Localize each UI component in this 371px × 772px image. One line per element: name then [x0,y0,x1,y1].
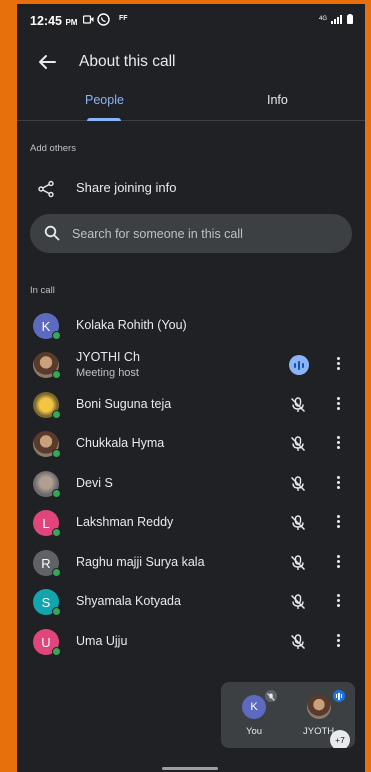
search-input[interactable] [72,214,332,253]
tab-people[interactable]: People [85,93,124,107]
call-info-screen: 12:45 PM FF 4G About this call People In… [17,4,365,772]
add-others-heading: Add others [30,143,76,154]
avatar: L [33,510,61,537]
participant-name: Lakshman Reddy [76,515,174,529]
pip-speaking-icon [333,690,345,702]
participant-row[interactable]: S Shyamala Kotyada [17,583,365,621]
picture-in-picture-tile[interactable]: K You JYOTH +7 [221,682,355,748]
more-options-icon[interactable] [331,515,345,531]
avatar: U [33,629,61,656]
more-options-icon[interactable] [331,357,345,373]
online-indicator [52,489,61,498]
page-title: About this call [79,53,176,70]
participant-name: Chukkala Hyma [76,436,165,450]
participant-row[interactable]: K Kolaka Rohith (You) [17,307,365,345]
mic-off-icon [290,436,306,452]
participant-row[interactable]: Devi S [17,465,365,503]
in-call-heading: In call [30,285,55,296]
more-options-icon[interactable] [331,476,345,492]
avatar: S [33,589,61,616]
participant-name: Kolaka Rohith (You) [76,318,187,332]
more-options-icon[interactable] [331,594,345,610]
online-indicator [52,370,61,379]
participant-name: Uma Ujju [76,634,128,648]
tab-info[interactable]: Info [267,93,288,107]
pip-self-avatar: K [242,695,266,719]
share-joining-info-button[interactable]: Share joining info [17,172,365,208]
share-joining-info-label: Share joining info [76,180,177,195]
avatar-photo [33,392,61,419]
participant-name: Raghu majji Surya kala [76,555,205,569]
online-indicator [52,410,61,419]
participant-name: Boni Suguna teja [76,397,172,411]
search-icon [44,225,60,241]
active-tab-indicator [87,118,121,121]
back-arrow-icon[interactable] [35,50,59,74]
mic-off-icon [290,397,306,413]
app-indicator: FF [119,15,128,22]
mic-off-icon [290,594,306,610]
participant-row[interactable]: L Lakshman Reddy [17,504,365,542]
battery-icon [347,14,353,24]
mic-off-icon [290,476,306,492]
more-options-icon[interactable] [331,634,345,650]
mic-off-icon [290,634,306,650]
avatar-photo [33,431,61,458]
more-options-icon[interactable] [331,555,345,571]
online-indicator [52,528,61,537]
participant-search[interactable] [30,214,352,253]
participant-row[interactable]: Chukkala Hyma [17,425,365,463]
online-indicator [52,647,61,656]
participant-name: JYOTHI Ch [76,350,140,364]
avatar-photo [33,352,61,379]
pip-other-label: JYOTH [303,726,335,737]
speaking-indicator-icon [289,355,309,375]
avatar: R [33,550,61,577]
participant-name: Devi S [76,476,113,490]
pip-self-label: You [246,726,263,737]
mic-off-icon [290,515,306,531]
video-icon [83,15,94,24]
signal-icon [331,14,342,24]
status-right-icons: 4G [319,14,353,24]
network-icon: 4G [318,16,327,22]
participant-row[interactable]: JYOTHI Ch Meeting host [17,346,365,384]
pip-other-avatar [307,695,331,719]
more-options-icon[interactable] [331,397,345,413]
online-indicator [52,568,61,577]
whatsapp-icon [97,13,110,26]
online-indicator [52,331,61,340]
online-indicator [52,607,61,616]
app-bar: About this call [17,36,365,86]
online-indicator [52,449,61,458]
participant-row[interactable]: Boni Suguna teja [17,386,365,424]
mic-off-icon [290,555,306,571]
gesture-handle [162,767,218,770]
pip-overflow-badge: +7 [330,730,350,748]
participant-row[interactable]: R Raghu majji Surya kala [17,544,365,582]
tab-bar: People Info [17,86,365,121]
participant-role: Meeting host [76,367,139,379]
avatar: K [33,313,61,340]
pip-mic-off-icon [265,690,277,702]
avatar-photo [33,471,61,498]
status-time: 12:45 PM [30,14,78,28]
more-options-icon[interactable] [331,436,345,452]
share-icon [38,180,54,198]
status-bar: 12:45 PM FF 4G [17,4,365,36]
participant-name: Shyamala Kotyada [76,594,181,608]
participant-row[interactable]: U Uma Ujju [17,623,365,661]
